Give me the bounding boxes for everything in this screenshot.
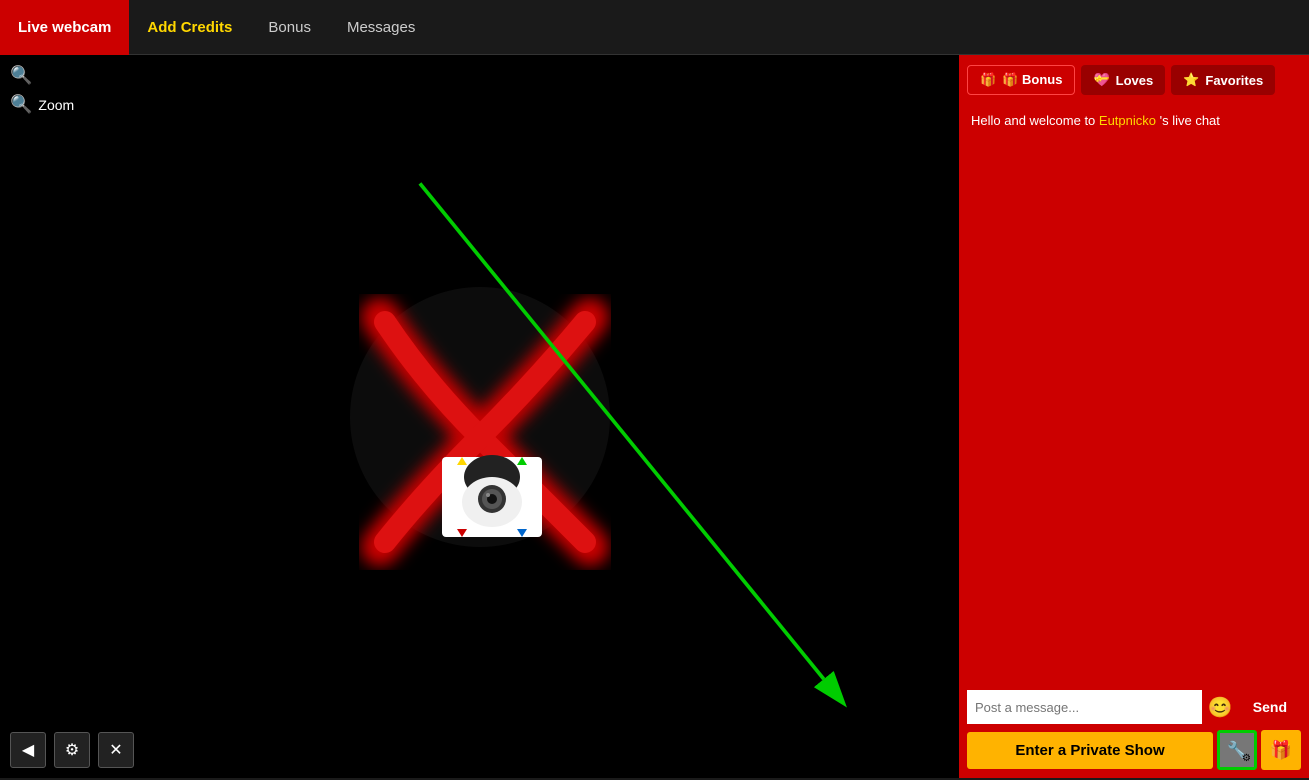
chat-message-input[interactable] — [967, 690, 1202, 724]
zoom-label: Zoom — [38, 97, 74, 113]
search-icon-2: 🔍 — [10, 94, 32, 115]
gear-icon: ⚙ — [1242, 753, 1251, 764]
tab-loves[interactable]: 💝 Loves — [1081, 65, 1165, 95]
chat-messages-area — [959, 136, 1309, 682]
chat-header: 🎁 🎁 Bonus 💝 Loves ⭐ Favorites — [959, 55, 1309, 105]
video-canvas — [0, 55, 959, 778]
chat-panel: 🎁 🎁 Bonus 💝 Loves ⭐ Favorites Hello and … — [959, 55, 1309, 778]
emoji-button[interactable]: 😊 — [1208, 695, 1233, 720]
chat-input-row: 😊 Send — [967, 690, 1301, 724]
chat-footer: 😊 Send Enter a Private Show 🔧 ⚙ 🎁 — [959, 682, 1309, 778]
gift-icon: 🎁 — [1270, 740, 1292, 761]
nav-add-credits[interactable]: Add Credits — [129, 0, 250, 55]
tab-favorites[interactable]: ⭐ Favorites — [1171, 65, 1275, 95]
main-layout: 🔍 🔍 Zoom — [0, 55, 1309, 778]
top-navigation: Live webcam Add Credits Bonus Messages — [0, 0, 1309, 55]
bottom-controls: ◀ ⚙ ✕ — [10, 732, 134, 768]
video-area: 🔍 🔍 Zoom — [0, 55, 959, 778]
video-toolbar: 🔍 🔍 Zoom — [8, 63, 76, 117]
search-icon: 🔍 — [10, 65, 32, 86]
chat-username: Eutpnicko — [1099, 113, 1156, 128]
nav-bonus[interactable]: Bonus — [250, 0, 329, 55]
gift-button[interactable]: 🎁 — [1261, 730, 1301, 770]
bonus-icon: 🎁 — [980, 72, 996, 88]
nav-live-webcam[interactable]: Live webcam — [0, 0, 129, 55]
private-show-button[interactable]: Enter a Private Show — [967, 732, 1213, 769]
private-show-settings-button[interactable]: 🔧 ⚙ — [1217, 730, 1257, 770]
zoom-button[interactable]: 🔍 Zoom — [8, 92, 76, 117]
tab-bonus-label: 🎁 Bonus — [1002, 72, 1062, 88]
welcome-prefix: Hello and welcome to — [971, 113, 1099, 128]
tab-loves-label: Loves — [1116, 73, 1154, 88]
back-button[interactable]: ◀ — [10, 732, 46, 768]
webcam-logo — [320, 257, 640, 577]
nav-messages[interactable]: Messages — [329, 0, 433, 55]
search-zoom-button[interactable]: 🔍 — [8, 63, 76, 88]
private-show-row: Enter a Private Show 🔧 ⚙ 🎁 — [967, 730, 1301, 770]
tab-favorites-label: Favorites — [1205, 73, 1263, 88]
welcome-message: Hello and welcome to Eutpnicko 's live c… — [959, 105, 1309, 136]
welcome-suffix: 's live chat — [1156, 113, 1220, 128]
send-button[interactable]: Send — [1239, 693, 1301, 721]
loves-icon: 💝 — [1093, 72, 1109, 88]
webcam-icon-svg — [432, 447, 552, 547]
tab-bonus[interactable]: 🎁 🎁 Bonus — [967, 65, 1075, 95]
back-icon: ◀ — [22, 740, 34, 760]
expand-icon: ✕ — [109, 740, 122, 760]
expand-button[interactable]: ✕ — [98, 732, 134, 768]
settings-button[interactable]: ⚙ — [54, 732, 90, 768]
sliders-icon: ⚙ — [65, 740, 79, 760]
favorites-icon: ⭐ — [1183, 72, 1199, 88]
